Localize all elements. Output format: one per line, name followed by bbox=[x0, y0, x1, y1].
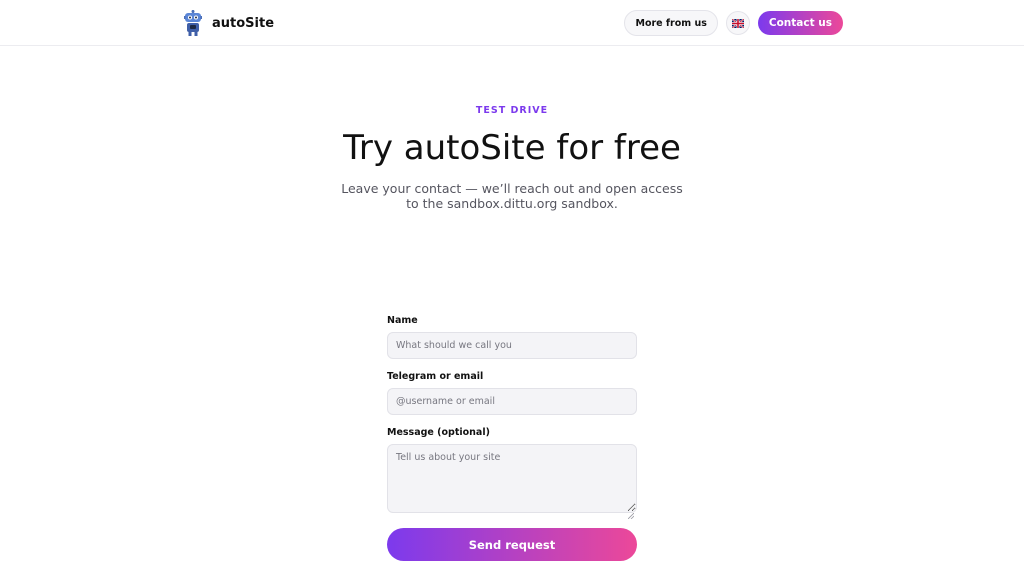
send-request-button[interactable]: Send request bbox=[387, 528, 637, 561]
language-button[interactable] bbox=[725, 11, 750, 35]
message-textarea[interactable] bbox=[387, 444, 637, 513]
message-field-wrapper bbox=[387, 444, 637, 520]
resize-handle-icon[interactable] bbox=[627, 504, 635, 520]
contact-label: Telegram or email bbox=[387, 371, 484, 382]
name-input[interactable] bbox=[387, 332, 637, 359]
logo-link[interactable]: autoSite bbox=[184, 10, 274, 36]
eyebrow-label: TEST DRIVE bbox=[475, 105, 549, 116]
message-label: Message (optional) bbox=[387, 427, 490, 438]
page-subtitle: Leave your contact — we’ll reach out and… bbox=[341, 181, 683, 211]
contact-us-button[interactable]: Contact us bbox=[757, 11, 843, 35]
more-from-us-button[interactable]: More from us bbox=[624, 10, 718, 36]
robot-icon bbox=[184, 10, 202, 36]
page-title: Try autoSite for free bbox=[343, 128, 681, 168]
uk-flag-icon bbox=[731, 16, 745, 31]
brand-name: autoSite bbox=[212, 15, 275, 31]
contact-input[interactable] bbox=[387, 388, 637, 415]
name-label: Name bbox=[387, 315, 418, 326]
header-nav: More from us Contact us bbox=[624, 10, 843, 36]
site-header: autoSite More from us Contact us bbox=[0, 0, 1024, 46]
